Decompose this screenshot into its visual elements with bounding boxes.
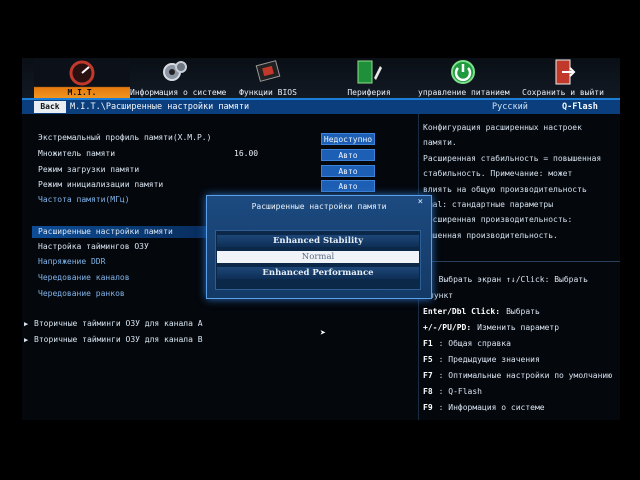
setting-multiplier-label[interactable]: Множитель памяти xyxy=(38,149,115,158)
dialog-title: Расширенные настройки памяти xyxy=(251,202,387,211)
qflash-button[interactable]: Q-Flash xyxy=(562,100,598,114)
key-hint: +/-/PU/PD: Изменить параметр xyxy=(423,323,560,332)
help-line: вышенная производительность. xyxy=(423,230,558,240)
setting-boot-mode-value[interactable]: Авто xyxy=(321,165,375,177)
tab-bios-features-label: Функции BIOS xyxy=(239,88,297,97)
close-icon[interactable]: × xyxy=(418,197,423,207)
setting-multiplier-value: 16.00 xyxy=(234,149,259,158)
top-navigation: M.I.T. Информация о системе Функции BIOS… xyxy=(22,58,620,100)
language-selector[interactable]: Русский xyxy=(492,100,528,114)
setting-boot-mode-label[interactable]: Режим загрузки памяти xyxy=(38,165,139,174)
tab-save-exit-label: Сохранить и выйти xyxy=(522,88,604,97)
submenu-arrow-icon: ▶ xyxy=(24,320,29,328)
help-description: Конфигурация расширенных настроек памяти… xyxy=(423,120,619,243)
bios-screen: M.I.T. Информация о системе Функции BIOS… xyxy=(22,58,620,420)
setting-advanced-label[interactable]: Расширенные настройки памяти xyxy=(38,227,173,236)
setting-init-mode-label[interactable]: Режим инициализации памяти xyxy=(38,180,163,189)
key-legend: : Выбрать экран ↑↓/Click: Выбрать пункт … xyxy=(423,272,620,416)
mouse-pointer-icon: ➤ xyxy=(320,328,327,339)
help-line: rmal: стандартные параметры xyxy=(423,200,554,210)
setting-init-mode-value[interactable]: Авто xyxy=(321,180,375,192)
tab-system-info[interactable]: Информация о системе xyxy=(130,58,227,100)
help-divider xyxy=(419,261,620,262)
chip-icon xyxy=(255,60,281,82)
breadcrumb-bar: Back M.I.T.\Расширенные настройки памяти… xyxy=(22,100,620,114)
help-line: стабильность. Примечание: может xyxy=(423,169,573,179)
tab-mit[interactable]: M.I.T. xyxy=(34,58,130,100)
key-hint: пункт xyxy=(429,291,454,300)
breadcrumb: M.I.T.\Расширенные настройки памяти xyxy=(70,102,250,112)
tab-bios-features[interactable]: Функции BIOS xyxy=(236,58,300,100)
tab-power-management-label: управление питанием xyxy=(418,88,510,97)
tab-system-info-label: Информация о системе xyxy=(130,88,227,97)
exit-door-icon xyxy=(555,59,576,85)
power-icon xyxy=(451,60,475,84)
tab-power-management[interactable]: управление питанием xyxy=(418,58,510,100)
help-line: влиять на общую производительность xyxy=(423,184,587,194)
tab-peripherals[interactable]: Периферия xyxy=(342,58,396,100)
help-line: Расширенная стабильность = повышенная xyxy=(423,153,602,163)
submenu-arrow-icon: ▶ xyxy=(24,336,29,344)
submenu-secondary-b[interactable]: Вторичные тайминги ОЗУ для канала B xyxy=(34,335,203,344)
key-hint: F7: Оптимальные настройки по умолчанию xyxy=(423,371,613,380)
help-line: памяти. xyxy=(423,138,457,148)
tab-peripherals-label: Периферия xyxy=(347,88,391,97)
setting-channel-interleave-label[interactable]: Чередование каналов xyxy=(38,273,130,282)
key-hint: F5: Предыдущие значения xyxy=(423,355,540,364)
option-enhanced-performance[interactable]: Enhanced Performance xyxy=(217,267,419,279)
setting-xmp-label[interactable]: Экстремальный профиль памяти(X.M.P.) xyxy=(38,133,211,142)
gears-icon xyxy=(163,61,187,81)
peripherals-icon xyxy=(357,60,382,84)
setting-xmp-value[interactable]: Недоступно xyxy=(321,133,375,145)
option-normal[interactable]: Normal xyxy=(217,251,419,263)
option-dialog: Расширенные настройки памяти × Enhanced … xyxy=(206,195,432,299)
tab-mit-label: M.I.T. xyxy=(67,88,97,97)
option-enhanced-stability[interactable]: Enhanced Stability xyxy=(217,235,419,247)
setting-timings-label[interactable]: Настройка таймингов ОЗУ xyxy=(38,242,149,251)
key-hint: F1: Общая справка xyxy=(423,339,511,348)
key-hint: F8: Q-Flash xyxy=(423,387,482,396)
key-hint: : Выбрать экран ↑↓/Click: Выбрать xyxy=(429,275,588,284)
setting-rank-interleave-label[interactable]: Чередование ранков xyxy=(38,289,125,298)
setting-ddr-voltage-label[interactable]: Напряжение DDR xyxy=(38,257,105,266)
help-line: расширенная производительность: xyxy=(423,215,573,225)
dialog-options: Enhanced Stability Normal Enhanced Perfo… xyxy=(215,230,421,290)
help-line: Конфигурация расширенных настроек xyxy=(423,123,582,132)
speedometer-icon xyxy=(69,60,95,86)
submenu-secondary-a[interactable]: Вторичные тайминги ОЗУ для канала A xyxy=(34,319,203,328)
setting-multiplier-button[interactable]: Авто xyxy=(321,149,375,161)
setting-frequency-label[interactable]: Частота памяти(МГц) xyxy=(38,195,130,204)
key-hint: Enter/Dbl Click: Выбрать xyxy=(423,307,540,316)
key-hint: F9: Информация о системе xyxy=(423,403,545,412)
help-panel: Конфигурация расширенных настроек памяти… xyxy=(418,114,620,420)
tab-save-exit[interactable]: Сохранить и выйти xyxy=(516,58,610,100)
back-button[interactable]: Back xyxy=(34,101,66,113)
